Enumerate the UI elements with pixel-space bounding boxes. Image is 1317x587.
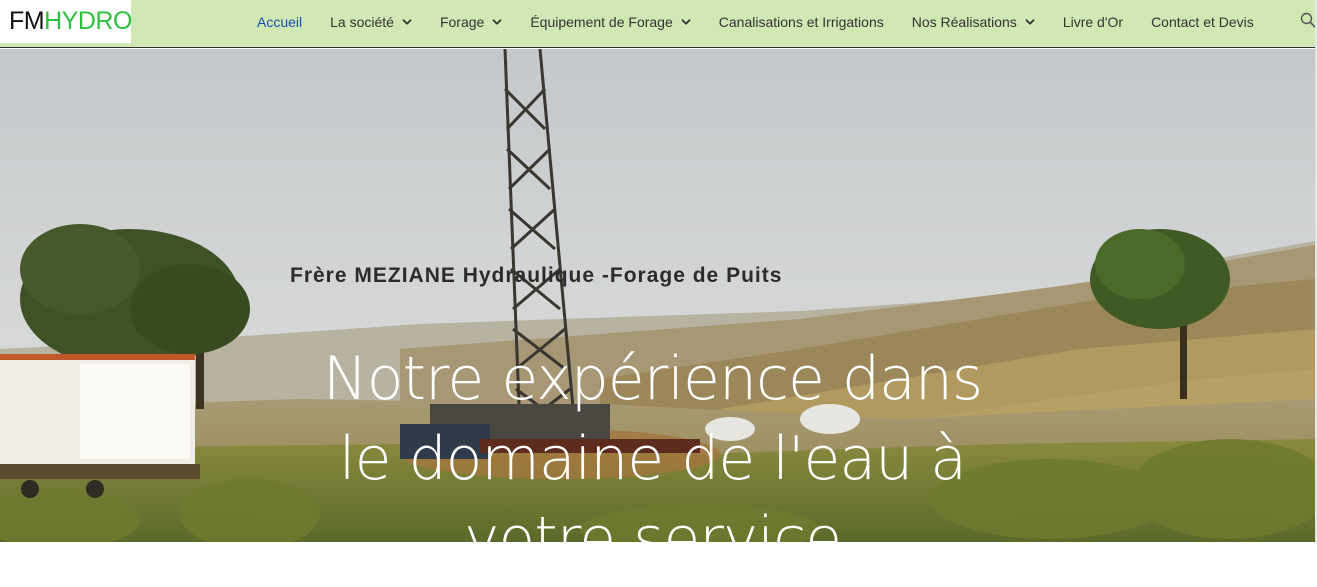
nav-label: Nos Réalisations <box>911 14 1017 30</box>
nav-item-la-societe[interactable]: La société <box>316 0 426 44</box>
main-nav: Accueil La société Forage Équipement de … <box>243 0 1268 44</box>
nav-label: La société <box>330 14 394 30</box>
chevron-down-icon <box>1025 17 1035 27</box>
page: FM HYDRO Accueil La société Forage Équipe… <box>0 0 1317 587</box>
logo-hydro: HYDRO <box>44 7 132 35</box>
nav-item-livre-dor[interactable]: Livre d'Or <box>1049 0 1137 44</box>
nav-item-canalisations[interactable]: Canalisations et Irrigations <box>705 0 898 44</box>
hero-title-line: votre service <box>464 504 842 542</box>
nav-label: Forage <box>439 14 485 30</box>
hero-title-line: le domaine de l'eau à <box>338 424 967 494</box>
hero-title-line: Notre expérience dans <box>322 344 983 414</box>
nav-label: Livre d'Or <box>1062 14 1124 30</box>
site-header: FM HYDRO Accueil La société Forage Équipe… <box>0 0 1317 48</box>
nav-item-accueil[interactable]: Accueil <box>243 0 316 44</box>
nav-label: Accueil <box>257 14 303 30</box>
site-logo[interactable]: FM HYDRO <box>0 0 132 43</box>
nav-label: Contact et Devis <box>1151 14 1254 30</box>
nav-item-nos-realisations[interactable]: Nos Réalisations <box>898 0 1049 44</box>
hero-slider: Frère MEZIANE Hydraulique -Forage de Pui… <box>0 49 1315 542</box>
nav-label: Équipement de Forage <box>530 14 673 30</box>
nav-item-equipement-de-forage[interactable]: Équipement de Forage <box>516 0 704 44</box>
nav-label: Canalisations et Irrigations <box>718 14 884 30</box>
hero-title: Notre expérience dans le domaine de l'ea… <box>260 339 1045 542</box>
chevron-down-icon <box>402 17 412 27</box>
chevron-down-icon <box>492 17 502 27</box>
chevron-down-icon <box>681 17 691 27</box>
hero-subtitle: Frère MEZIANE Hydraulique -Forage de Pui… <box>290 264 783 287</box>
nav-item-contact-et-devis[interactable]: Contact et Devis <box>1137 0 1268 44</box>
logo-fm: FM <box>9 7 45 35</box>
nav-item-forage[interactable]: Forage <box>426 0 516 44</box>
